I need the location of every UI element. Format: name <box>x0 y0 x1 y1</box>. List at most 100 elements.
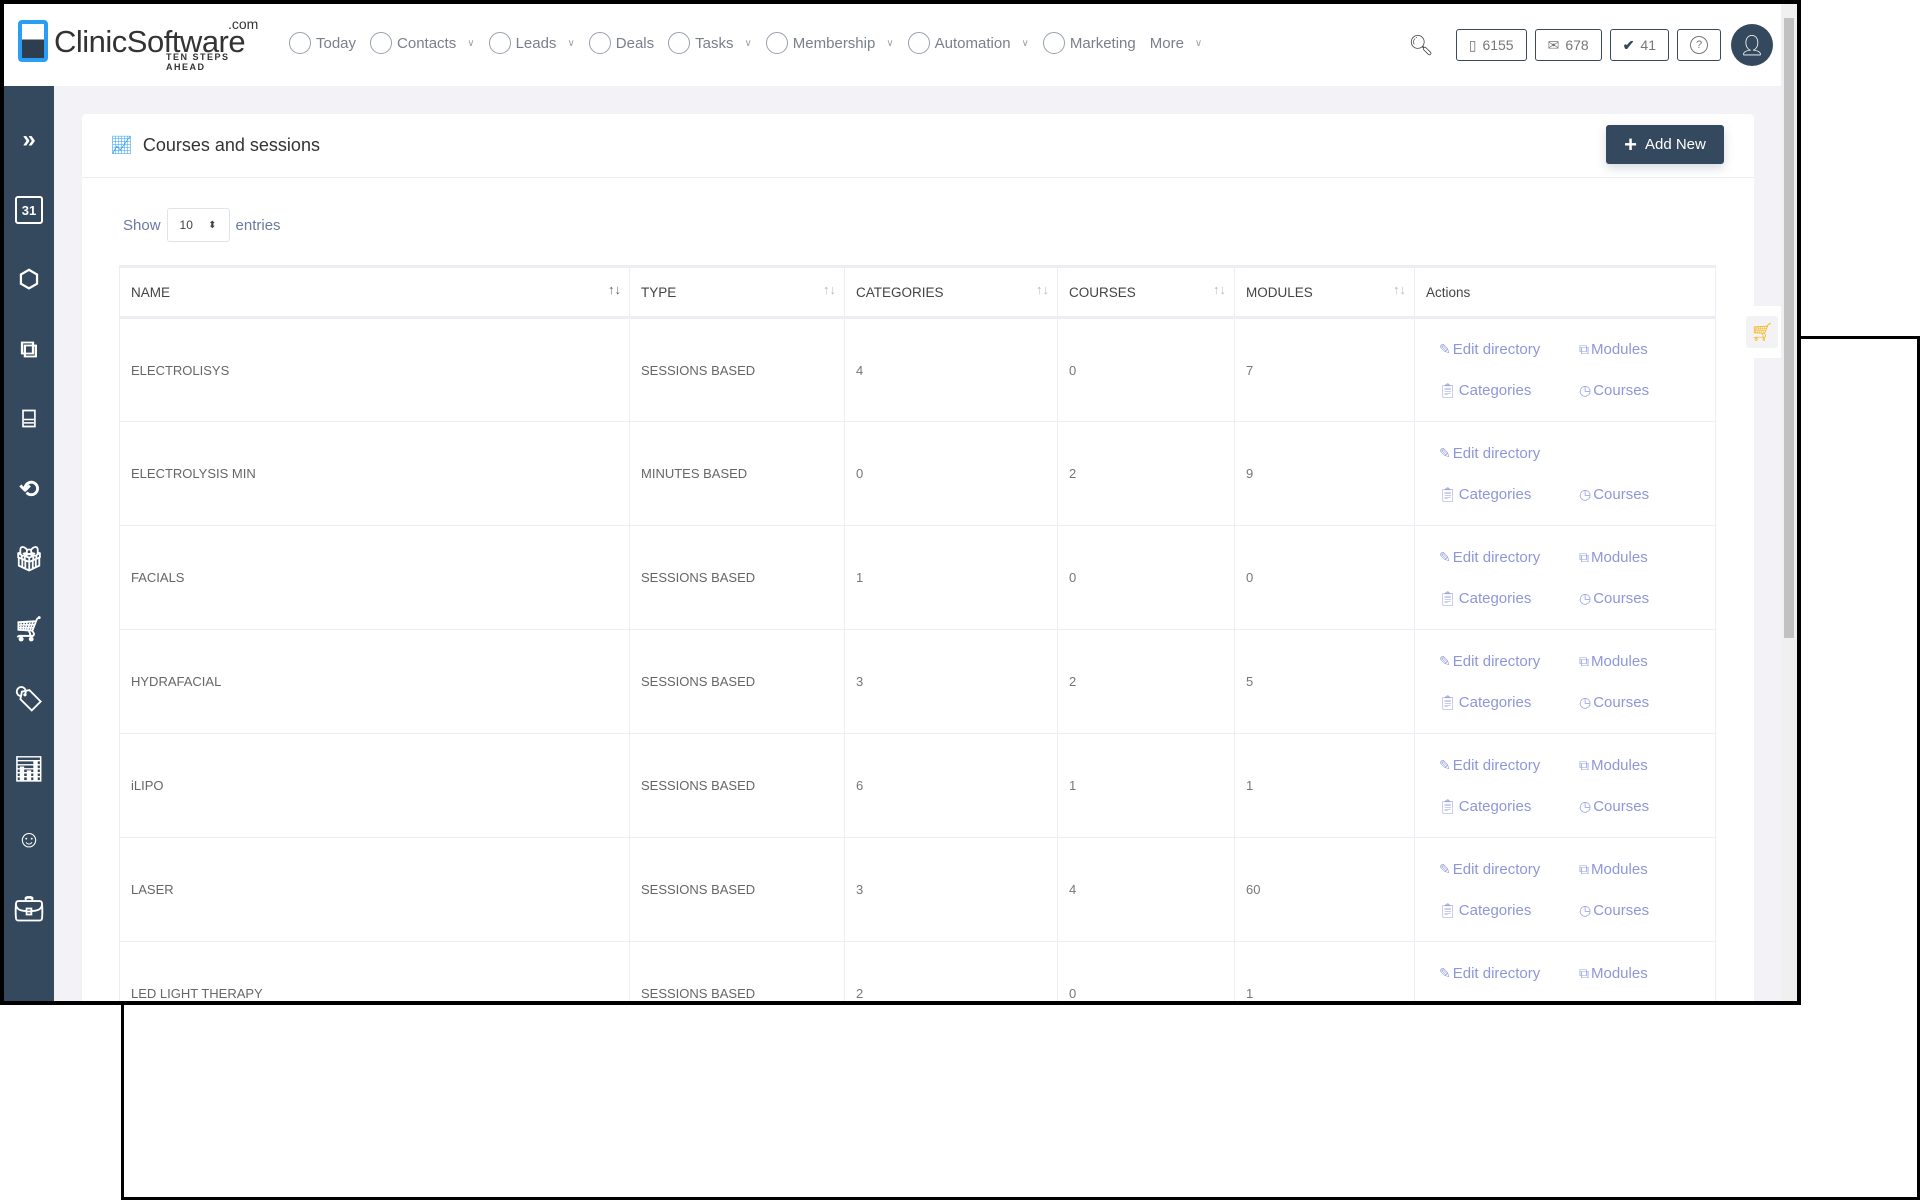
question-icon: ? <box>1690 36 1708 54</box>
edit-directory-link[interactable]: ✎ Edit directory <box>1439 757 1579 774</box>
tag-icon[interactable]: 🏷︎ <box>14 686 44 714</box>
chevron-down-icon: ∨ <box>744 37 752 49</box>
categories-label: Categories <box>1458 382 1532 399</box>
clinicsoftware-logo[interactable]: ClinicSoftware .com TEN STEPS AHEAD <box>16 16 258 72</box>
courses-link[interactable]: ◷ Courses <box>1579 798 1689 815</box>
categories-link[interactable]: 📋︎ Categories <box>1439 902 1579 919</box>
actions-cell: ✎Edit directory ⧉Modules 📋︎Categories ◷C… <box>1414 629 1716 734</box>
column-header-type[interactable]: TYPE ↑↓ <box>629 265 845 319</box>
user-avatar[interactable]: 👤︎ <box>1731 24 1773 66</box>
calendar-icon[interactable]: 31 <box>15 196 43 224</box>
name-cell: ELECTROLYSIS MIN <box>119 421 630 526</box>
copy-icon: ⧉ <box>1579 548 1589 565</box>
phone-icon: ▯ <box>1468 36 1477 53</box>
app-window: ClinicSoftware .com TEN STEPS AHEAD Toda… <box>0 0 1801 1005</box>
edit-directory-link[interactable]: ✎ Edit directory <box>1439 653 1579 670</box>
sort-icon: ↑↓ <box>1393 282 1406 297</box>
categories-link[interactable]: 📋︎ Categories <box>1439 382 1579 399</box>
basket-icon[interactable]: ⌸ <box>15 406 43 434</box>
copy-icon: ⧉ <box>1579 341 1589 357</box>
courses-link[interactable]: ◷ Courses <box>1579 382 1689 399</box>
modules-cell: 9 <box>1234 421 1415 526</box>
entries-label: entries <box>235 216 281 234</box>
expand-icon[interactable]: » <box>15 126 43 154</box>
modules-link[interactable]: ⧉ Modules <box>1579 965 1689 982</box>
gift-icon[interactable]: 🎁︎ <box>14 546 44 574</box>
modules-label: Modules <box>1591 964 1648 982</box>
scrollbar[interactable] <box>1781 4 1797 1001</box>
categories-link[interactable]: 📋︎ Categories <box>1439 694 1579 711</box>
add-new-button[interactable]: + Add New <box>1606 125 1724 164</box>
edit-directory-link[interactable]: ✎ Edit directory <box>1439 861 1579 878</box>
modules-link[interactable]: ⧉ Modules <box>1579 549 1689 566</box>
column-header-name[interactable]: NAME ↑↓ <box>119 265 630 319</box>
column-header-modules[interactable]: MODULES ↑↓ <box>1234 265 1415 319</box>
edit-directory-link[interactable]: ✎ Edit directory <box>1439 445 1579 462</box>
courses-link[interactable]: ◷ Courses <box>1579 902 1689 919</box>
edit-directory-link[interactable]: ✎ Edit directory <box>1439 549 1579 566</box>
search-icon[interactable]: 🔍︎ <box>1408 33 1433 58</box>
edit-label: Edit directory <box>1452 756 1541 774</box>
nav-deals[interactable]: Deals <box>588 32 654 54</box>
header-label: Actions <box>1426 284 1471 300</box>
courses-link[interactable]: ◷ Courses <box>1579 486 1689 503</box>
courses-link[interactable]: ◷ Courses <box>1579 590 1689 607</box>
sort-icon: ↑↓ <box>608 282 621 297</box>
edit-label: Edit directory <box>1452 444 1541 462</box>
cart-icon[interactable]: 🛒︎ <box>14 616 44 644</box>
modules-link[interactable]: ⧉ Modules <box>1579 653 1689 670</box>
history-icon[interactable]: ⟲ <box>15 476 43 504</box>
categories-link[interactable]: 📋︎ Categories <box>1439 798 1579 815</box>
modules-link[interactable]: ⧉ Modules <box>1579 341 1689 358</box>
column-header-categories[interactable]: CATEGORIES ↑↓ <box>844 265 1058 319</box>
checklist-icon <box>668 32 691 54</box>
briefcase-icon[interactable]: 💼︎ <box>14 896 44 924</box>
user-sync-icon[interactable]: ☺ <box>15 826 43 854</box>
nav-label: Leads <box>515 34 557 52</box>
modules-link[interactable]: ⧉ Modules <box>1579 757 1689 774</box>
nav-membership[interactable]: Membership ∨ <box>765 32 894 54</box>
nav-marketing[interactable]: Marketing <box>1042 32 1136 54</box>
modules-label: Modules <box>1591 341 1648 358</box>
edit-directory-link[interactable]: ✎ Edit directory <box>1439 341 1579 358</box>
clipboard-icon: 📋︎ <box>1439 797 1457 814</box>
scroll-thumb[interactable] <box>1784 18 1794 638</box>
modules-label: Modules <box>1591 652 1648 670</box>
modules-link[interactable]: ⧉ Modules <box>1579 861 1689 878</box>
copy-icon: ⧉ <box>1579 756 1589 773</box>
nav-more[interactable]: More ∨ <box>1150 32 1203 54</box>
card-header: 📈︎ Courses and sessions + Add New <box>82 114 1754 178</box>
categories-label: Categories <box>1458 901 1532 919</box>
nav-today[interactable]: Today <box>289 32 356 54</box>
email-button[interactable]: ✉ 678 <box>1534 29 1602 61</box>
categories-link[interactable]: 📋︎ Categories <box>1439 486 1579 503</box>
nav-leads[interactable]: Leads ∨ <box>488 32 575 54</box>
sms-button[interactable]: ▯ 6155 <box>1455 29 1527 61</box>
page-length-control: Show 10 ⬍ entries <box>123 208 281 242</box>
copy-icon[interactable]: ⧉ <box>15 336 43 364</box>
tasks-button[interactable]: ✔ 41 <box>1609 29 1669 61</box>
page-length-select[interactable]: 10 ⬍ <box>166 208 230 242</box>
nav-automation[interactable]: Automation ∨ <box>907 32 1029 54</box>
report-icon[interactable]: 📊︎ <box>14 756 44 784</box>
box-icon[interactable]: ⬡ <box>15 266 43 294</box>
categories-link[interactable]: 📋︎ Categories <box>1439 590 1579 607</box>
cart-widget[interactable]: 🛒︎ <box>1737 306 1787 358</box>
edit-directory-link[interactable]: ✎ Edit directory <box>1439 965 1579 982</box>
chevron-down-icon: ∨ <box>467 37 475 49</box>
chevron-down-icon: ∨ <box>567 37 575 49</box>
gauge-icon <box>588 32 611 54</box>
courses-cell: 1 <box>1057 733 1235 838</box>
check-icon: ✔ <box>1622 36 1635 53</box>
edit-icon: ✎ <box>1439 341 1451 357</box>
header-label: TYPE <box>641 284 677 300</box>
page-length-value: 10 <box>179 218 193 232</box>
help-button[interactable]: ? <box>1677 29 1721 61</box>
edit-label: Edit directory <box>1452 341 1541 358</box>
chart-line-icon: 📈︎ <box>110 135 133 155</box>
nav-label: Automation <box>934 34 1011 52</box>
nav-tasks[interactable]: Tasks ∨ <box>668 32 752 54</box>
column-header-courses[interactable]: COURSES ↑↓ <box>1057 265 1235 319</box>
nav-contacts[interactable]: Contacts ∨ <box>370 32 475 54</box>
courses-link[interactable]: ◷ Courses <box>1579 694 1689 711</box>
